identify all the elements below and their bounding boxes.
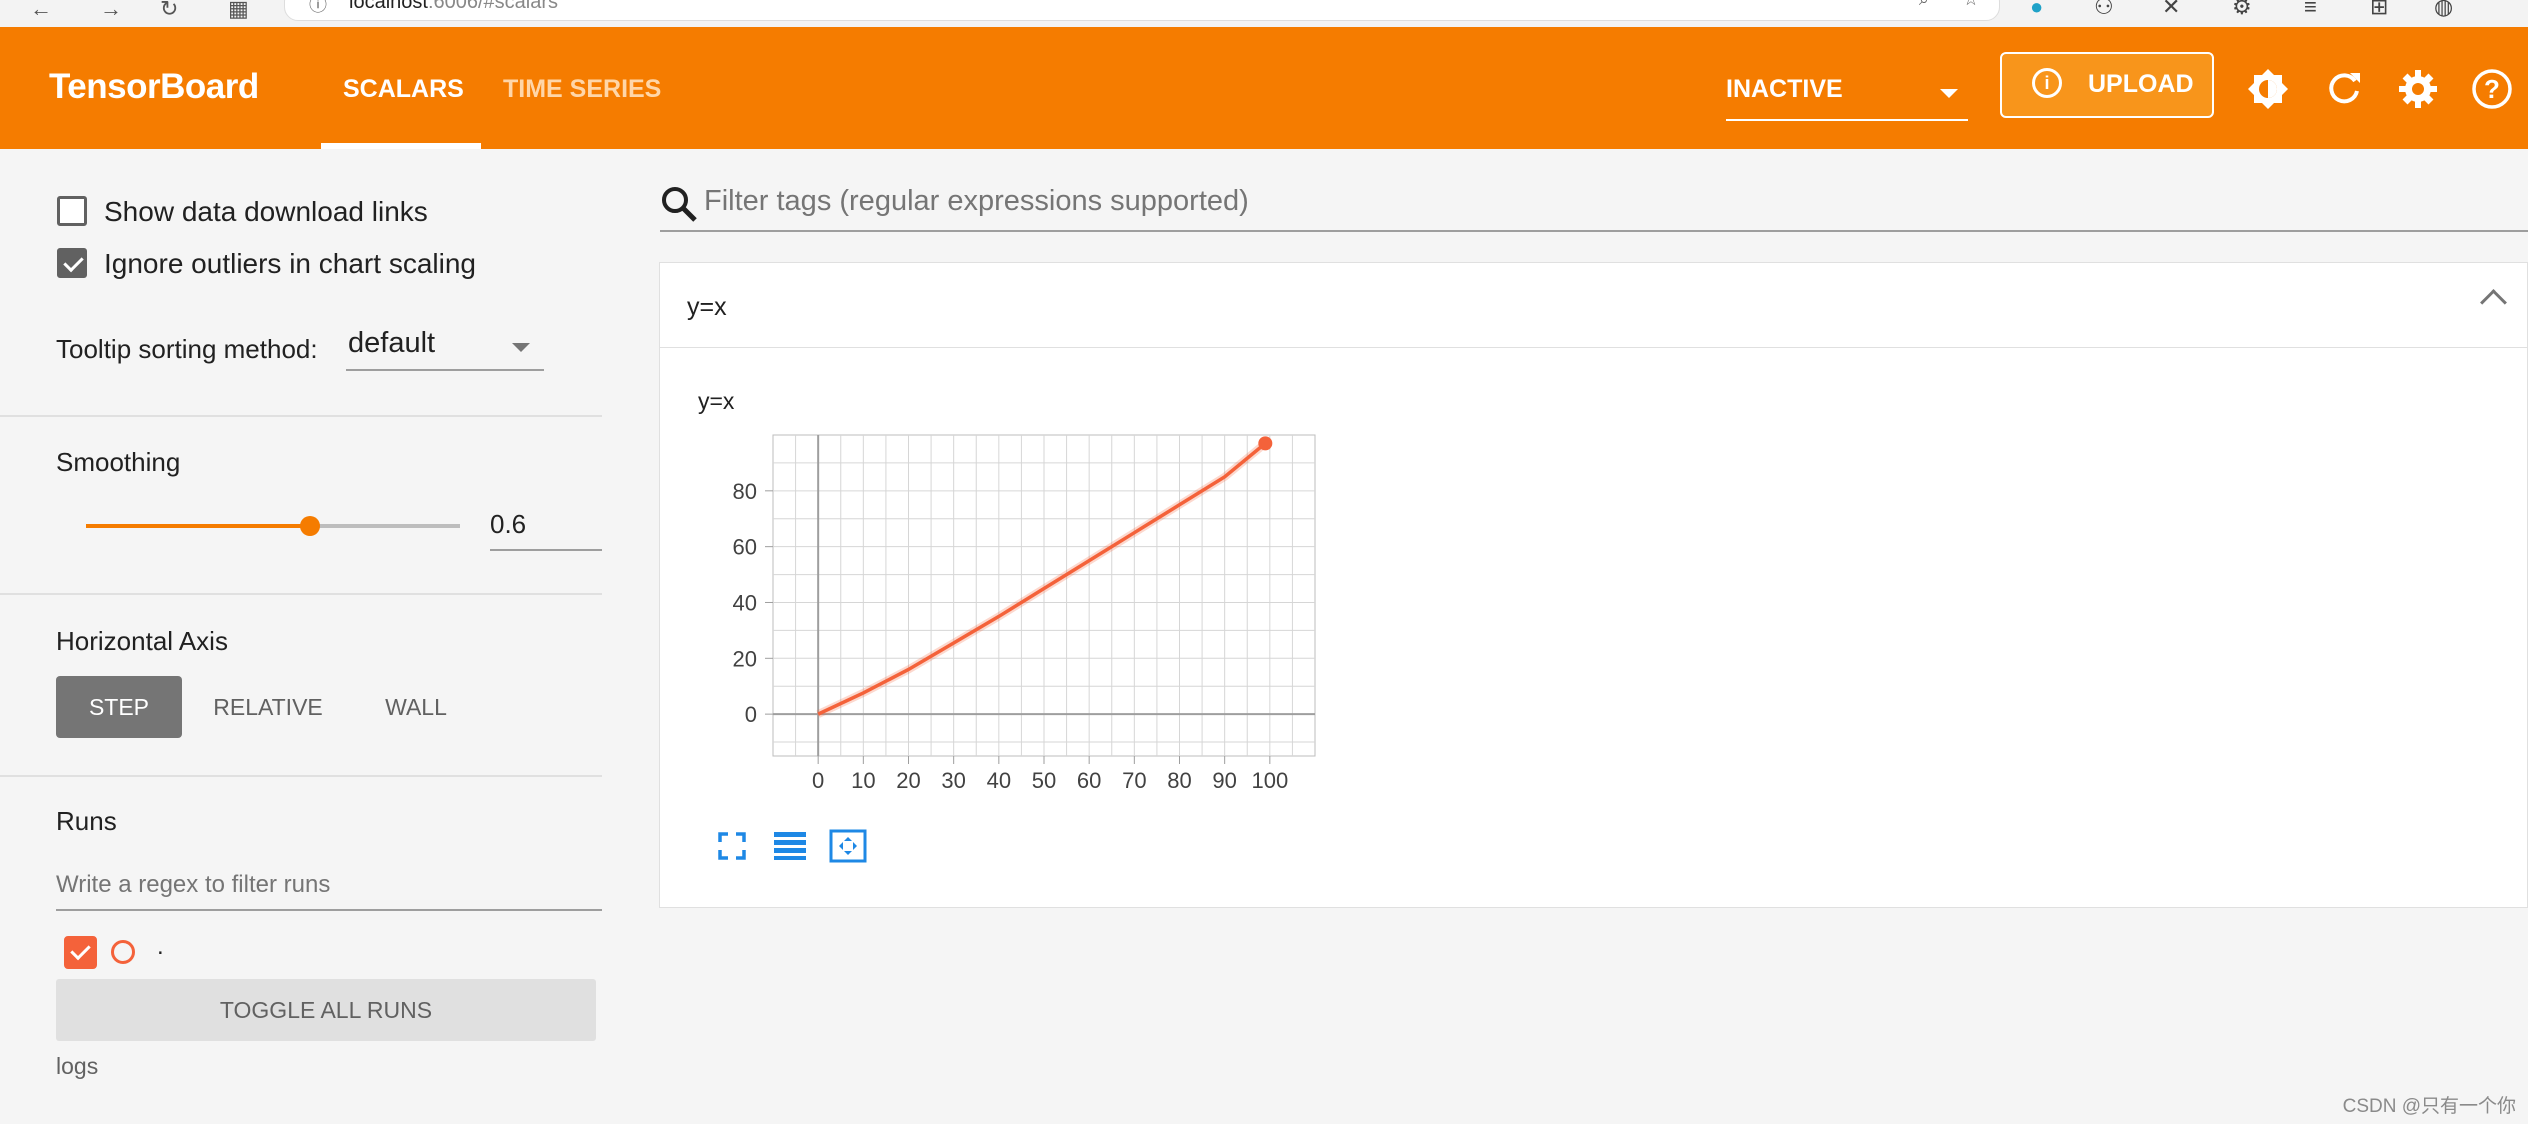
x-tick-label: 50 xyxy=(1032,768,1056,793)
axis-relative-button[interactable]: RELATIVE xyxy=(200,676,336,738)
x-tick-label: 10 xyxy=(851,768,875,793)
sidebar: Show data download links Ignore outliers… xyxy=(0,149,602,1124)
profile-avatar-icon[interactable]: ◍ xyxy=(2434,0,2453,20)
smoothing-value: 0.6 xyxy=(490,509,527,539)
x-tick-label: 40 xyxy=(987,768,1011,793)
card-title: y=x xyxy=(687,293,727,321)
tag-filter-input[interactable]: Filter tags (regular expressions support… xyxy=(660,175,2528,232)
run-name: . xyxy=(157,933,164,960)
y-tick-label: 0 xyxy=(745,702,757,727)
url-host: localhost xyxy=(349,0,428,13)
upload-label: UPLOAD xyxy=(2088,70,2194,98)
x-tick-label: 20 xyxy=(896,768,920,793)
collections-icon[interactable]: ⊞ xyxy=(2370,0,2388,20)
watermark: CSDN @只有一个你 xyxy=(2342,1096,2516,1117)
runs-filter-input[interactable]: Write a regex to filter runs xyxy=(56,859,602,911)
back-icon[interactable]: ← xyxy=(30,0,52,22)
ignore-outliers-label: Ignore outliers in chart scaling xyxy=(104,248,476,279)
line-chart[interactable]: 0 20 40 60 80 0 10 20 30 40 50 60 70 80 90 100 xyxy=(660,423,1360,803)
y-tick-label: 20 xyxy=(733,646,757,671)
x-tick-label: 60 xyxy=(1077,768,1101,793)
settings-gear-icon[interactable] xyxy=(2396,67,2440,111)
forward-icon[interactable]: → xyxy=(100,0,122,22)
x-tick-label: 100 xyxy=(1251,768,1288,793)
card-header[interactable]: y=x xyxy=(660,263,2527,348)
runs-label: Runs xyxy=(56,806,117,836)
data-point xyxy=(1258,436,1273,451)
dropdown-caret-icon xyxy=(1940,89,1958,98)
tab-scalars[interactable]: SCALARS xyxy=(343,75,464,104)
tooltip-sorting-select[interactable]: default xyxy=(346,321,544,371)
browser-toolbar: ← → ↻ ▦ ⓘ localhost:6006/#scalars ⌕ ☆ ● … xyxy=(0,0,2528,28)
x-tick-label: 90 xyxy=(1212,768,1236,793)
slider-thumb[interactable] xyxy=(300,516,320,536)
divider xyxy=(0,775,602,777)
slider-track-rest xyxy=(310,524,460,528)
show-download-links-label: Show data download links xyxy=(104,196,428,227)
tabs-icon[interactable]: ▦ xyxy=(228,0,249,22)
horizontal-axis-label: Horizontal Axis xyxy=(56,626,228,656)
x-tick-label: 70 xyxy=(1122,768,1146,793)
x-tick-label: 80 xyxy=(1167,768,1191,793)
divider xyxy=(0,415,602,417)
refresh-icon[interactable]: ↻ xyxy=(160,0,178,22)
axis-wall-button[interactable]: WALL xyxy=(360,676,472,738)
smoothing-input[interactable]: 0.6 xyxy=(490,501,602,551)
show-download-links-checkbox[interactable] xyxy=(57,196,87,226)
address-bar[interactable]: ⓘ localhost:6006/#scalars ⌕ ☆ xyxy=(284,0,2000,21)
app-header: TensorBoard SCALARS TIME SERIES INACTIVE… xyxy=(0,27,2528,149)
tooltip-sorting-value: default xyxy=(348,327,436,359)
x-tick-label: 30 xyxy=(941,768,965,793)
axis-step-button[interactable]: STEP xyxy=(56,676,182,738)
favorite-icon[interactable]: ☆ xyxy=(1963,0,1979,10)
runs-filter-placeholder: Write a regex to filter runs xyxy=(56,871,331,898)
chevron-up-icon[interactable] xyxy=(2480,289,2507,316)
divider xyxy=(0,593,602,595)
ignore-outliers-checkbox[interactable] xyxy=(57,248,87,278)
site-info-icon[interactable]: ⓘ xyxy=(309,0,327,17)
help-icon[interactable]: ? xyxy=(2470,67,2514,111)
toggle-all-runs-button[interactable]: TOGGLE ALL RUNS xyxy=(56,979,596,1041)
run-color-swatch-icon[interactable] xyxy=(111,940,135,964)
zoom-icon[interactable]: ⌕ xyxy=(1919,0,1929,10)
fullscreen-icon[interactable] xyxy=(712,826,752,866)
scalar-card: y=x y=x 0 20 40 60 80 0 10 20 30 40 50 60 70 80 90 100 xyxy=(659,262,2528,908)
y-tick-label: 80 xyxy=(733,479,757,504)
reload-icon[interactable] xyxy=(2322,67,2366,111)
tab-time-series[interactable]: TIME SERIES xyxy=(503,75,661,104)
svg-text:?: ? xyxy=(2484,74,2500,104)
favorites-bar-icon[interactable]: ≡ xyxy=(2304,0,2317,20)
logdir-label: logs xyxy=(56,1053,99,1079)
y-tick-label: 40 xyxy=(733,590,757,615)
search-icon xyxy=(662,187,697,222)
extension-icon-4[interactable]: ⚙ xyxy=(2232,0,2252,20)
y-tick-label: 60 xyxy=(733,535,757,560)
plugin-select[interactable]: INACTIVE xyxy=(1726,69,1968,121)
run-checkbox[interactable] xyxy=(64,936,97,969)
tooltip-sorting-label: Tooltip sorting method: xyxy=(56,334,318,364)
upload-button[interactable]: i UPLOAD xyxy=(2000,52,2214,118)
plugin-select-value: INACTIVE xyxy=(1726,75,1843,103)
slider-track-filled xyxy=(86,524,310,528)
url-path: :6006/#scalars xyxy=(427,0,559,13)
info-icon: i xyxy=(2032,68,2062,98)
brand-title: TensorBoard xyxy=(49,67,259,106)
theme-toggle-icon[interactable] xyxy=(2246,67,2290,111)
data-table-icon[interactable] xyxy=(770,826,810,866)
fit-domain-icon[interactable] xyxy=(828,826,868,866)
extension-icon[interactable]: ● xyxy=(2030,0,2043,20)
tag-filter-placeholder: Filter tags (regular expressions support… xyxy=(704,185,1249,217)
extension-icon-2[interactable]: ⚇ xyxy=(2094,0,2114,20)
x-tick-label: 0 xyxy=(812,768,824,793)
dropdown-caret-icon xyxy=(512,343,530,352)
extension-icon-3[interactable]: ✕ xyxy=(2162,0,2180,20)
smoothing-label: Smoothing xyxy=(56,447,181,477)
chart-title: y=x xyxy=(698,388,735,414)
